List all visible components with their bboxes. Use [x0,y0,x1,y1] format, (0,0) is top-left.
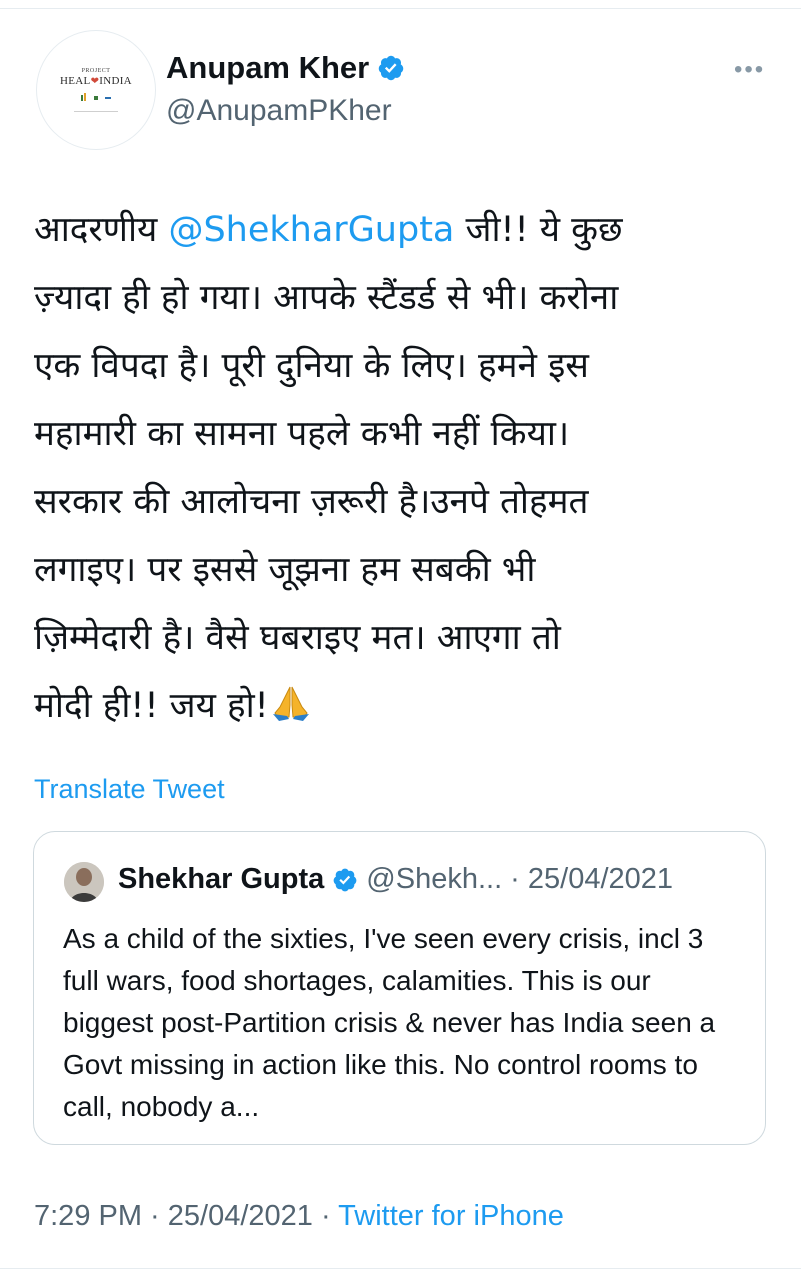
avatar-logo-text: HEAL❤INDIA [60,75,132,87]
translate-tweet-link[interactable]: Translate Tweet [34,774,225,805]
tweet-line: ज़िम्मेदारी है। वैसे घबराइए मत। आएगा तो [34,618,561,658]
quoted-handle-date: @Shekh... · 25/04/2021 [366,863,674,895]
avatar-logo-line [74,111,118,112]
tweet-metadata: 7:29 PM · 25/04/2021 · Twitter for iPhon… [34,1200,564,1233]
verified-badge-icon [333,868,357,891]
verified-badge-icon [378,55,404,81]
author-name[interactable]: Anupam Kher [166,50,369,86]
quoted-tweet-card[interactable]: Shekhar Gupta @Shekh... · 25/04/2021 As … [33,831,766,1145]
tweet-line: मोदी ही!! जय हो! [34,672,774,740]
avatar-logo-project: PROJECT [81,68,111,74]
more-options-icon[interactable]: ••• [734,56,765,84]
author-avatar[interactable]: PROJECT HEAL❤INDIA [36,30,156,150]
mention-link[interactable]: @ShekharGupta [168,210,454,250]
top-divider [0,8,801,9]
tweet-line: आदरणीय @ShekharGupta जी!! ये कुछ [34,210,623,250]
tweet-source-link[interactable]: Twitter for iPhone [338,1200,564,1232]
tweet-timestamp: 7:29 PM · 25/04/2021 · [34,1200,339,1232]
quoted-tweet-text: As a child of the sixties, I've seen eve… [63,923,716,1122]
folded-hands-icon [272,686,309,721]
tweet-line: एक विपदा है। पूरी दुनिया के लिए। हमने इस [34,346,589,386]
author-display-name[interactable]: Anupam Kher [166,50,405,86]
quoted-header: Shekhar Gupta @Shekh... · 25/04/2021 [118,863,673,896]
bottom-divider [0,1268,801,1269]
tweet-text: आदरणीय @ShekharGupta जी!! ये कुछ ज़्यादा… [34,196,774,740]
tweet-line: महामारी का सामना पहले कभी नहीं किया। [34,414,570,454]
author-handle[interactable]: @AnupamPKher [166,94,392,128]
quoted-author-avatar [64,862,104,902]
avatar-logo-marks [81,93,111,101]
quoted-author-name: Shekhar Gupta [118,863,325,895]
tweet-line: ज़्यादा ही हो गया। आपके स्टैंडर्ड से भी।… [34,278,619,318]
tweet-line: लगाइए। पर इससे जूझना हम सबकी भी [34,550,536,590]
tweet-line: सरकार की आलोचना ज़रूरी है।उनपे तोहमत [34,482,589,522]
